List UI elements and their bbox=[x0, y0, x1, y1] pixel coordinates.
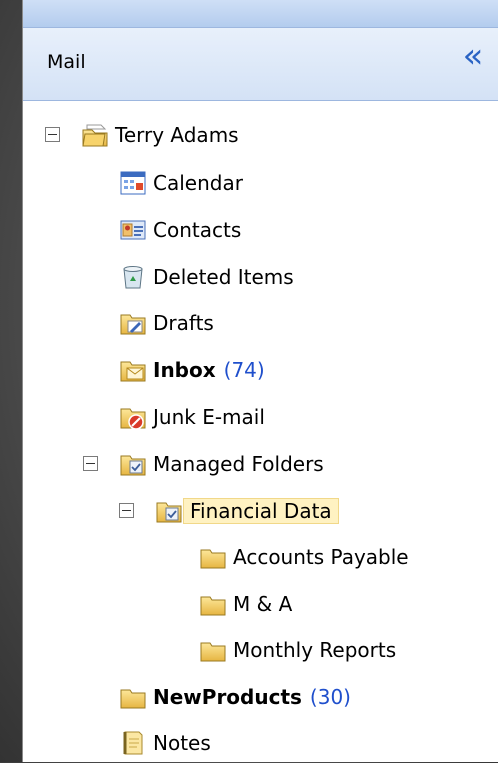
pane-title: Mail bbox=[47, 51, 86, 73]
tree-item-label: Junk E-mail bbox=[153, 405, 265, 429]
tree-item-label: Managed Folders bbox=[153, 452, 324, 476]
tree-item-notes[interactable]: Notes bbox=[119, 723, 211, 763]
unread-count: (30) bbox=[309, 685, 351, 709]
deleted-items-icon bbox=[123, 266, 143, 289]
folder-icon bbox=[200, 642, 226, 662]
collapse-toggle-financial-data[interactable] bbox=[119, 503, 134, 518]
tree-item-label: NewProducts bbox=[153, 685, 302, 709]
pane-top-strip bbox=[23, 0, 498, 28]
tree-item-contacts[interactable]: Contacts bbox=[119, 210, 241, 250]
tree-item-label: Monthly Reports bbox=[233, 638, 397, 662]
tree-item-label: M & A bbox=[233, 592, 293, 616]
notes-icon bbox=[123, 731, 143, 755]
tree-item-m-and-a[interactable]: M & A bbox=[199, 584, 292, 624]
navigation-pane: Mail « Terry Adams Calendar Contacts Del… bbox=[22, 0, 498, 762]
tree-item-label-selected: Financial Data bbox=[183, 498, 339, 524]
tree-item-label: Drafts bbox=[153, 311, 214, 335]
folder-icon bbox=[120, 689, 146, 709]
calendar-icon bbox=[120, 171, 146, 195]
tree-item-newproducts[interactable]: NewProducts (30) bbox=[119, 677, 351, 717]
contacts-icon bbox=[120, 220, 146, 240]
tree-item-label: Contacts bbox=[153, 218, 242, 242]
tree-item-monthly-reports[interactable]: Monthly Reports bbox=[199, 630, 396, 670]
tree-item-label: Terry Adams bbox=[115, 123, 239, 147]
tree-item-terry-adams[interactable]: Terry Adams bbox=[81, 115, 239, 155]
folder-icon bbox=[200, 596, 226, 616]
managed-folder-icon bbox=[156, 502, 182, 523]
tree-item-label: Calendar bbox=[153, 171, 243, 195]
folder-icon bbox=[200, 549, 226, 569]
collapse-pane-button[interactable]: « bbox=[453, 36, 493, 76]
tree-item-label: Deleted Items bbox=[153, 265, 294, 289]
pane-header: Mail « bbox=[23, 28, 498, 101]
unread-count: (74) bbox=[223, 358, 265, 382]
drafts-folder-icon bbox=[120, 314, 146, 335]
tree-item-junk-email[interactable]: Junk E-mail bbox=[119, 397, 265, 437]
inbox-folder-icon bbox=[120, 361, 146, 382]
managed-folder-icon bbox=[120, 455, 146, 476]
tree-item-deleted-items[interactable]: Deleted Items bbox=[119, 257, 294, 297]
collapse-toggle-managed-folders[interactable] bbox=[83, 456, 98, 471]
tree-item-drafts[interactable]: Drafts bbox=[119, 303, 214, 343]
mailbox-icon bbox=[82, 124, 108, 147]
junk-folder-icon bbox=[120, 408, 146, 430]
tree-item-label: Notes bbox=[153, 731, 211, 755]
collapse-toggle-root[interactable] bbox=[45, 127, 60, 142]
tree-item-calendar[interactable]: Calendar bbox=[119, 163, 243, 203]
tree-item-financial-data[interactable]: Financial Data bbox=[155, 491, 339, 531]
tree-item-inbox[interactable]: Inbox (74) bbox=[119, 350, 265, 390]
tree-item-managed-folders[interactable]: Managed Folders bbox=[119, 444, 324, 484]
tree-item-accounts-payable[interactable]: Accounts Payable bbox=[199, 537, 409, 577]
tree-item-label: Accounts Payable bbox=[233, 545, 409, 569]
tree-item-label: Inbox bbox=[153, 358, 216, 382]
